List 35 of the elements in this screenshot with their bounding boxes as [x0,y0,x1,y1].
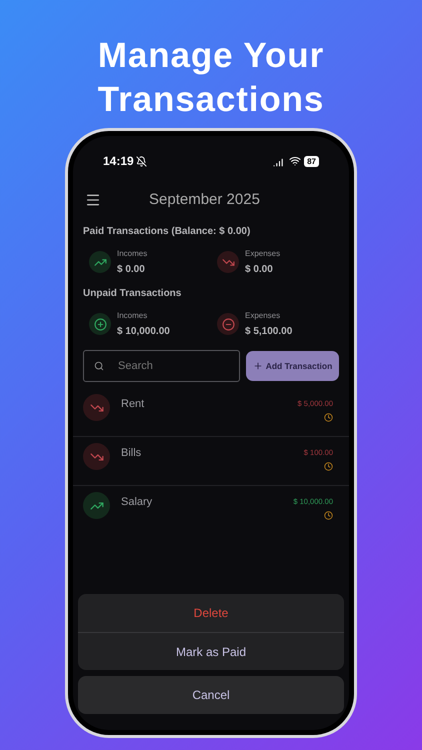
trend-up-icon [83,492,110,519]
search-field[interactable]: Search [83,350,240,382]
stat-value: $ 0.00 [117,263,146,277]
headline: Manage Your [98,35,324,77]
silent-bell-icon [136,156,147,166]
stat-label: Expenses [245,310,282,322]
trend-down-icon [83,394,110,421]
plus-icon [252,361,263,371]
trend-down-icon [217,251,239,273]
stat-value: $ 0.00 [245,263,274,277]
clock-icon [324,511,333,520]
transaction-name: Rent [121,397,144,412]
trend-down-icon [83,443,110,470]
stat-value: $ 5,100.00 [245,325,292,339]
section-title: Paid Transactions (Balance: $ 0.00) [83,225,252,239]
stat-label: Incomes [117,248,148,260]
add-transaction-button[interactable]: Add Transaction [246,351,339,381]
sheet-action[interactable]: Mark as Paid [78,632,344,670]
section-title: Unpaid Transactions [83,287,182,301]
status-time: 14:19 [103,153,134,170]
search-icon [94,361,104,371]
headline: Transactions [98,79,324,121]
transaction-name: Bills [121,446,142,461]
cancel-button[interactable]: Cancel [78,676,344,714]
trend-up-icon [89,251,111,273]
menu-icon [85,192,101,208]
stat-label: Incomes [117,310,148,322]
stat-value: $ 10,000.00 [117,325,170,339]
month-title: September 2025 [149,190,260,210]
clock-icon [324,413,333,422]
clock-icon [324,462,333,472]
transaction-name: Salary [121,495,152,510]
stat-label: Expenses [245,248,280,260]
battery-level: 87 [304,156,319,166]
sheet-action[interactable]: Delete [78,594,344,632]
